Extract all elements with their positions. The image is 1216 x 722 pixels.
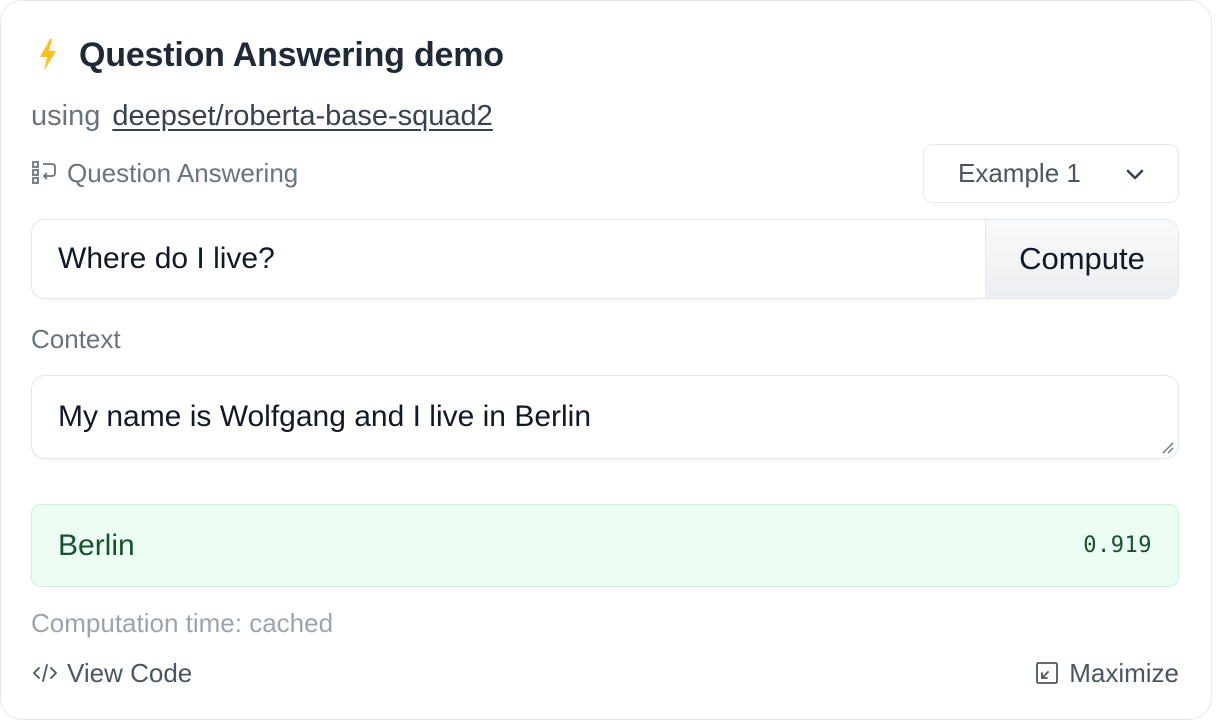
view-code-button[interactable]: View Code (31, 658, 192, 689)
context-textarea[interactable]: My name is Wolfgang and I live in Berlin (31, 375, 1179, 459)
view-code-label: View Code (67, 657, 193, 688)
answer-text: Berlin (58, 528, 135, 562)
using-label: using (31, 100, 101, 132)
compute-button[interactable]: Compute (985, 220, 1178, 298)
widget-footer: View Code Maximize (31, 655, 1179, 691)
task-label: Question Answering (67, 157, 299, 188)
task-tag: Question Answering (31, 155, 298, 191)
example-select[interactable]: Example 1 (923, 144, 1179, 203)
question-answering-task-icon (32, 161, 56, 184)
widget-title: Question Answering demo (79, 35, 504, 74)
question-input-group: Compute (31, 219, 1179, 299)
code-icon (33, 664, 57, 682)
maximize-label: Maximize (1069, 657, 1179, 688)
answer-result: Berlin 0.919 (31, 504, 1179, 587)
maximize-button[interactable]: Maximize (1035, 658, 1179, 689)
resize-handle-icon[interactable] (1159, 439, 1175, 455)
question-input[interactable] (32, 220, 985, 298)
answer-score: 0.919 (1083, 533, 1152, 558)
model-info: using deepset/roberta-base-squad2 (31, 100, 493, 133)
example-select-value: Example 1 (958, 158, 1081, 188)
model-link[interactable]: deepset/roberta-base-squad2 (112, 100, 492, 133)
context-label: Context (31, 324, 121, 354)
inference-widget: Question Answering demo using deepset/ro… (0, 0, 1212, 720)
computation-time: Computation time: cached (31, 608, 334, 638)
chevron-down-icon (1126, 169, 1144, 180)
widget-header: Question Answering demo (35, 31, 504, 79)
lightning-bolt-icon (40, 39, 56, 71)
context-text: My name is Wolfgang and I live in Berlin (58, 400, 592, 433)
maximize-icon (1036, 662, 1059, 684)
